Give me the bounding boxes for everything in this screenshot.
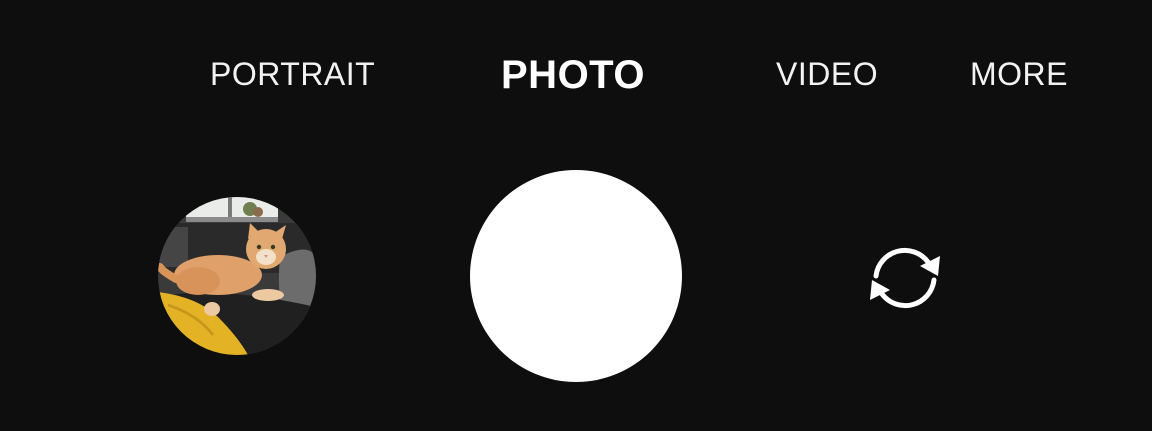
switch-camera-button[interactable]	[862, 240, 948, 316]
mode-more[interactable]: MORE	[970, 56, 1068, 93]
mode-portrait[interactable]: PORTRAIT	[210, 56, 375, 93]
camera-mode-bar: PORTRAIT PHOTO VIDEO MORE	[0, 0, 1152, 150]
switch-camera-icon	[870, 247, 940, 309]
gallery-photo-image	[158, 197, 316, 355]
gallery-thumbnail[interactable]	[158, 197, 316, 355]
mode-photo[interactable]: PHOTO	[501, 53, 645, 98]
mode-video[interactable]: VIDEO	[776, 56, 878, 93]
shutter-button[interactable]	[470, 170, 682, 382]
